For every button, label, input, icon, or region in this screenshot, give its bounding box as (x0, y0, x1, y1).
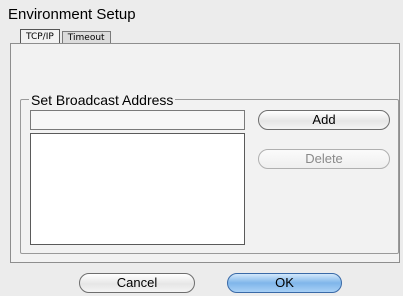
add-button[interactable]: Add (258, 110, 390, 130)
tab-tcp-ip[interactable]: TCP/IP (20, 29, 60, 44)
ok-button[interactable]: OK (227, 273, 342, 293)
broadcast-address-input[interactable] (30, 110, 245, 130)
delete-button[interactable]: Delete (258, 149, 390, 169)
broadcast-address-list[interactable] (30, 133, 245, 245)
cancel-button[interactable]: Cancel (79, 273, 195, 293)
broadcast-address-label: Set Broadcast Address (29, 92, 176, 108)
window-title: Environment Setup (8, 6, 136, 23)
tab-bar: TCP/IP Timeout (20, 29, 113, 44)
